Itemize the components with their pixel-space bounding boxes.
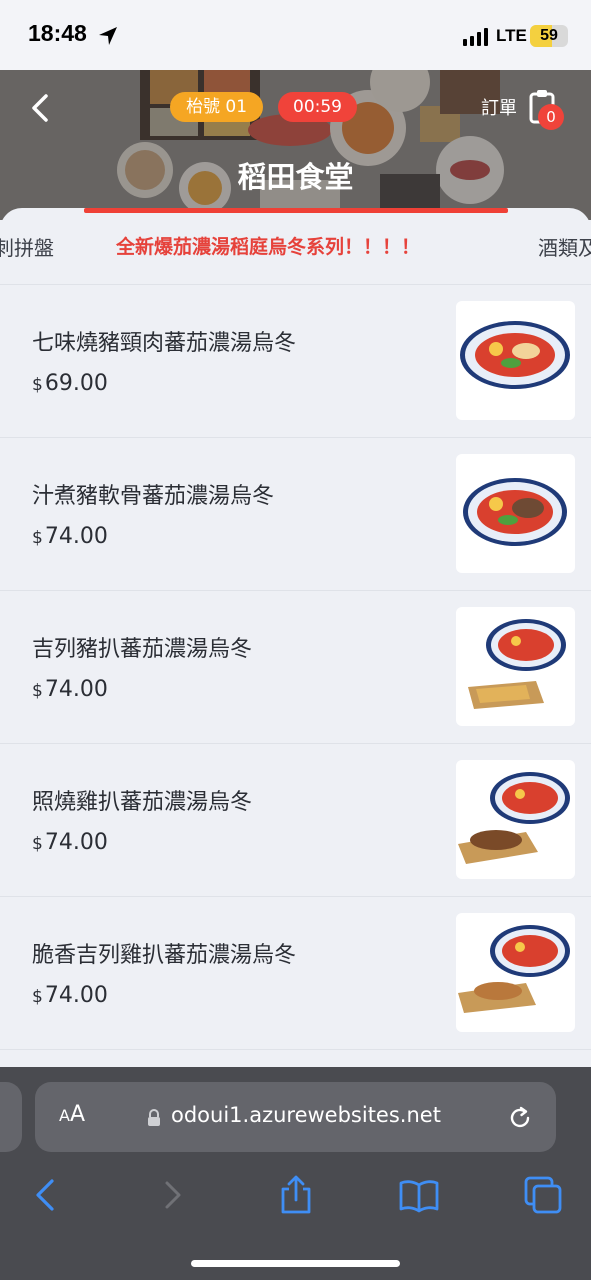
status-time: 18:48 bbox=[28, 20, 87, 46]
menu-item-name: 照燒雞扒蕃茄濃湯烏冬 bbox=[32, 790, 253, 815]
category-tabs: 刺拼盤 全新爆茄濃湯稻庭烏冬系列！！！！ 酒類及 bbox=[0, 208, 591, 285]
order-label[interactable]: 訂單 bbox=[481, 94, 517, 120]
dish-image bbox=[456, 760, 575, 879]
menu-item-name: 脆香吉列雞扒蕃茄濃湯烏冬 bbox=[32, 943, 297, 968]
menu-item[interactable]: 七味燒豬頸肉蕃茄濃湯烏冬 $69.00 bbox=[0, 285, 591, 438]
battery-indicator: 59 bbox=[530, 25, 568, 47]
menu-item-name: 吉列豬扒蕃茄濃湯烏冬 bbox=[32, 637, 253, 662]
url-text: odoui1.azurewebsites.net bbox=[171, 1103, 441, 1127]
back-icon[interactable] bbox=[26, 1175, 66, 1215]
back-chevron-icon[interactable] bbox=[22, 90, 58, 126]
menu-item-price: $74.00 bbox=[32, 524, 108, 549]
price-value: 74.00 bbox=[44, 677, 108, 702]
currency-symbol: $ bbox=[32, 987, 43, 1007]
battery-percent: 59 bbox=[540, 27, 558, 44]
currency-symbol: $ bbox=[32, 528, 43, 548]
bookmarks-icon[interactable] bbox=[399, 1175, 439, 1215]
price-value: 74.00 bbox=[44, 983, 108, 1008]
menu-item-price: $74.00 bbox=[32, 983, 108, 1008]
previous-tab-preview[interactable] bbox=[0, 1082, 22, 1152]
tab-tomato-udon-series[interactable]: 全新爆茄濃湯稻庭烏冬系列！！！！ bbox=[116, 232, 420, 259]
network-label: LTE bbox=[496, 26, 527, 45]
menu-item-price: $69.00 bbox=[32, 371, 108, 396]
shop-header: 枱號 01 00:59 稻田食堂 訂單 0 bbox=[0, 70, 591, 220]
menu-item[interactable]: 吉列豬扒蕃茄濃湯烏冬 $74.00 bbox=[0, 591, 591, 744]
currency-symbol: $ bbox=[32, 681, 43, 701]
timer-badge: 00:59 bbox=[278, 92, 357, 122]
signal-bars-icon bbox=[463, 28, 488, 46]
menu-item-name: 汁煮豬軟骨蕃茄濃湯烏冬 bbox=[32, 484, 275, 509]
tab-indicator-bar bbox=[84, 208, 508, 213]
dish-image bbox=[456, 913, 575, 1032]
lock-icon bbox=[148, 1109, 160, 1126]
location-arrow-icon bbox=[99, 27, 117, 45]
menu-item[interactable]: 脆香吉列雞扒蕃茄濃湯烏冬 $74.00 bbox=[0, 897, 591, 1050]
menu-item-price: $74.00 bbox=[32, 677, 108, 702]
dish-image bbox=[456, 607, 575, 726]
menu-sheet: 刺拼盤 全新爆茄濃湯稻庭烏冬系列！！！！ 酒類及 七味燒豬頸肉蕃茄濃湯烏冬 $6… bbox=[0, 208, 591, 1088]
browser-chrome: AA odoui1.azurewebsites.net bbox=[0, 1067, 591, 1280]
dish-image bbox=[456, 454, 575, 573]
forward-icon[interactable] bbox=[153, 1175, 193, 1215]
share-icon[interactable] bbox=[276, 1175, 316, 1215]
table-number-badge: 枱號 01 bbox=[170, 92, 264, 122]
home-indicator bbox=[191, 1260, 400, 1267]
menu-item[interactable]: 汁煮豬軟骨蕃茄濃湯烏冬 $74.00 bbox=[0, 438, 591, 591]
reload-icon[interactable] bbox=[506, 1104, 534, 1132]
tab-drinks[interactable]: 酒類及 bbox=[538, 232, 591, 261]
tab-sashimi-platter[interactable]: 刺拼盤 bbox=[0, 232, 54, 261]
price-value: 69.00 bbox=[44, 371, 108, 396]
menu-list: 七味燒豬頸肉蕃茄濃湯烏冬 $69.00 汁煮豬軟骨蕃茄濃湯烏冬 $74.00 吉… bbox=[0, 285, 591, 1050]
shop-title: 稻田食堂 bbox=[237, 160, 354, 194]
menu-item[interactable]: 照燒雞扒蕃茄濃湯烏冬 $74.00 bbox=[0, 744, 591, 897]
currency-symbol: $ bbox=[32, 834, 43, 854]
menu-item-name: 七味燒豬頸肉蕃茄濃湯烏冬 bbox=[32, 331, 297, 356]
menu-item-price: $74.00 bbox=[32, 830, 108, 855]
price-value: 74.00 bbox=[44, 524, 108, 549]
currency-symbol: $ bbox=[32, 375, 43, 395]
text-size-button[interactable]: AA bbox=[59, 1102, 85, 1127]
tabs-icon[interactable] bbox=[523, 1175, 563, 1215]
price-value: 74.00 bbox=[44, 830, 108, 855]
dish-image bbox=[456, 301, 575, 420]
status-bar: 18:48 LTE 59 bbox=[0, 0, 591, 70]
address-bar[interactable]: AA odoui1.azurewebsites.net bbox=[35, 1082, 556, 1152]
order-count-badge: 0 bbox=[538, 104, 564, 130]
